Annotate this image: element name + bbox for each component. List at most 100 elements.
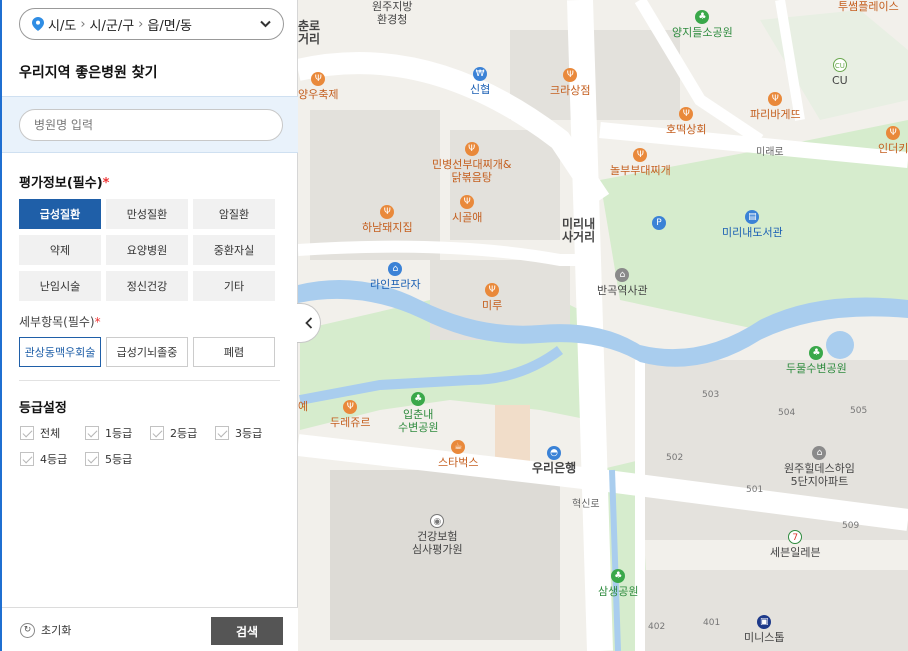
eval-button-other[interactable]: 기타	[193, 271, 275, 301]
library-icon: ▤	[745, 210, 760, 224]
location-pin-icon	[32, 17, 44, 31]
region-selector[interactable]: 시/도 › 시/군/구 › 읍/면/동	[19, 8, 284, 40]
poi-woori-bank[interactable]: ◓ 우리은행	[532, 446, 576, 475]
poi-samsaeng-park[interactable]: ♣ 삼생공원	[598, 569, 638, 598]
poi-indeo[interactable]: Ψ 인더키	[878, 126, 908, 155]
restaurant-icon: Ψ	[464, 142, 479, 156]
eval-button-icu[interactable]: 중환자실	[193, 235, 275, 265]
poi-label: 스타벅스	[438, 456, 479, 469]
poi-label: 인더키	[878, 142, 908, 155]
poi-wonju-hill[interactable]: ⌂ 원주힐데스하임 5단지아파트	[784, 446, 855, 488]
poi-label: 원주힐데스하임 5단지아파트	[784, 462, 855, 488]
poi-jeon[interactable]: 예	[298, 400, 308, 413]
poi-bangok-history[interactable]: ⌂ 반곡역사관	[597, 268, 648, 297]
poi-durejuru[interactable]: Ψ 두레쥬르	[330, 400, 370, 429]
poi-hotteok[interactable]: Ψ 호떡상회	[666, 107, 706, 136]
poi-yangchuk[interactable]: Ψ 양우축제	[298, 72, 338, 101]
chevron-right-icon: ›	[138, 16, 144, 32]
poi-chunro: 춘로 거리	[298, 20, 320, 46]
poi-yangji-park[interactable]: ♣ 양지들소공원	[672, 10, 733, 39]
poi-label: 파리바게뜨	[750, 108, 801, 121]
poi-label: 양지들소공원	[672, 26, 733, 39]
poi-krasang[interactable]: Ψ 크라상점	[550, 68, 590, 97]
parking-marker[interactable]: P	[652, 216, 666, 232]
app: 원주지방 환경청 춘로 거리 ♣ 양지들소공원 투썸플레이스 CU CU ₩ 신협 Ψ…	[0, 0, 908, 651]
reset-button[interactable]: ↻ 초기화	[20, 622, 71, 638]
bank-icon: ₩	[473, 67, 488, 81]
eval-button-mental-health[interactable]: 정신건강	[106, 271, 188, 301]
poi-sinhyeop[interactable]: ₩ 신협	[470, 67, 490, 96]
poi-ministop[interactable]: ▣ 미니스톱	[744, 615, 784, 644]
poi-sigol[interactable]: Ψ 시골애	[452, 195, 482, 224]
poi-label: 놀부부대찌개	[610, 164, 671, 177]
search-zone	[2, 96, 298, 153]
poi-cu[interactable]: CU CU	[832, 58, 848, 87]
poi-label: 춘로 거리	[298, 19, 321, 46]
refresh-icon: ↻	[20, 622, 35, 638]
grade-heading: 등급설정	[19, 401, 67, 416]
apartment-number: 402	[648, 622, 666, 632]
grade-checkbox-all[interactable]: 전체	[20, 425, 85, 441]
eval-button-nursing-hospital[interactable]: 요양병원	[106, 235, 188, 265]
grade-checkbox-5[interactable]: 5등급	[85, 451, 150, 467]
grade-checkbox-2[interactable]: 2등급	[150, 425, 215, 441]
poi-miru[interactable]: Ψ 미루	[482, 283, 502, 312]
poi-health-insurance[interactable]: ◉ 건강보험 심사평가원	[412, 514, 463, 556]
panel-title: 우리지역 좋은병원 찾기	[19, 65, 158, 81]
poi-label: 시골애	[452, 211, 483, 224]
restaurant-icon: Ψ	[343, 400, 358, 414]
poi-nolbu[interactable]: Ψ 놀부부대찌개	[610, 148, 671, 177]
poi-label: 미니스톱	[744, 631, 785, 644]
poi-starbucks[interactable]: ☕ 스타벅스	[438, 440, 478, 469]
search-button[interactable]: 검색	[211, 617, 283, 645]
detail-heading-text: 세부항목(필수)	[19, 315, 95, 329]
poi-label: 라인프라자	[370, 278, 421, 291]
poi-ipchunnae-park[interactable]: ♣ 입춘내 수변공원	[398, 392, 438, 434]
restaurant-icon: Ψ	[886, 126, 901, 140]
poi-label: 세븐일레븐	[770, 546, 821, 559]
poi-label: 민병선부대찌개& 닭볶음탕	[432, 158, 512, 184]
eval-button-medication[interactable]: 약제	[19, 235, 101, 265]
poi-line-plaza[interactable]: ⌂ 라인프라자	[370, 262, 421, 291]
poi-dumul-park[interactable]: ♣ 두물수변공원	[786, 346, 847, 375]
grade-checkbox-3[interactable]: 3등급	[215, 425, 280, 441]
poi-paris[interactable]: Ψ 파리바게뜨	[750, 92, 801, 121]
hospital-name-input[interactable]	[19, 109, 283, 141]
evaluation-heading: 평가정보(필수)*	[19, 172, 109, 191]
poi-tusum[interactable]: 투썸플레이스	[838, 0, 899, 13]
poi-wonju-environment[interactable]: 원주지방 환경청	[372, 0, 412, 26]
poi-minbyeong[interactable]: Ψ 민병선부대찌개& 닭볶음탕	[432, 142, 511, 184]
chevron-left-icon	[304, 317, 312, 329]
checkbox-icon	[85, 426, 99, 440]
poi-label: 호떡상회	[666, 123, 707, 136]
convenience-store-icon: CU	[832, 58, 847, 72]
bank-icon: ◓	[547, 446, 562, 460]
detail-button-stroke[interactable]: 급성기뇌졸중	[106, 337, 188, 367]
divider	[19, 380, 280, 381]
eval-button-cancer[interactable]: 암질환	[193, 199, 275, 229]
grade-option-label: 4등급	[40, 453, 68, 466]
grade-option-label: 1등급	[105, 427, 133, 440]
eval-button-chronic[interactable]: 만성질환	[106, 199, 188, 229]
grade-checkbox-1[interactable]: 1등급	[85, 425, 150, 441]
poi-label: 미리내도서관	[722, 226, 783, 239]
convenience-store-icon: ▣	[757, 615, 772, 629]
poi-seven-eleven[interactable]: 7 세븐일레븐	[770, 530, 821, 559]
eval-button-acute[interactable]: 급성질환	[19, 199, 101, 229]
required-mark: *	[94, 315, 101, 329]
apartment-number: 501	[746, 485, 764, 495]
grade-option-label: 5등급	[105, 453, 133, 466]
poi-label: 우리은행	[532, 461, 577, 475]
detail-button-cabg[interactable]: 관상동맥우회술	[19, 337, 101, 367]
evaluation-buttons: 급성질환 만성질환 암질환 약제 요양병원 중환자실 난임시술 정신건강 기타	[19, 199, 275, 301]
poi-mirinae-library[interactable]: ▤ 미리내도서관	[722, 210, 783, 239]
apartment-number: 401	[703, 618, 721, 628]
apartment-number: 505	[850, 406, 868, 416]
detail-button-pneumonia[interactable]: 폐렴	[193, 337, 275, 367]
evaluation-heading-text: 평가정보(필수)	[19, 176, 103, 191]
poi-label: 입춘내 수변공원	[398, 408, 439, 434]
eval-button-infertility[interactable]: 난임시술	[19, 271, 101, 301]
grade-checkbox-4[interactable]: 4등급	[20, 451, 85, 467]
poi-hanam[interactable]: Ψ 하남돼지집	[362, 205, 413, 234]
restaurant-icon: Ψ	[768, 92, 783, 106]
